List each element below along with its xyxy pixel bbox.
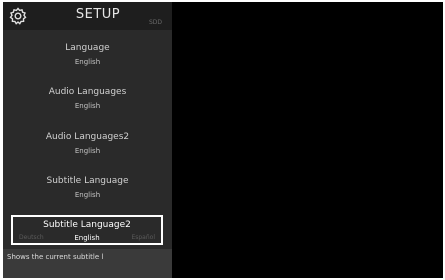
page-title: SETUP: [75, 7, 121, 22]
menu-item-label: Subtitle Language2: [43, 220, 131, 230]
prev-option-hint: Deutsch: [19, 234, 44, 241]
help-text: Shows the current subtitle l: [7, 253, 104, 261]
menu-item-language[interactable]: Language English: [3, 42, 172, 67]
menu-item-audio-languages2[interactable]: Audio Languages2 English: [3, 131, 172, 156]
tv-screen: SETUP SDD Language English Audio Languag…: [3, 2, 443, 278]
menu-item-value: English: [74, 147, 101, 155]
gear-icon: [8, 6, 28, 26]
menu-item-value: English: [74, 58, 101, 66]
setup-panel: SETUP SDD Language English Audio Languag…: [3, 2, 172, 278]
menu-item-subtitle-language[interactable]: Subtitle Language English: [3, 175, 172, 200]
menu-item-label: Audio Languages: [48, 87, 127, 97]
next-option-hint: Español: [131, 234, 155, 241]
menu-item-audio-languages[interactable]: Audio Languages English: [3, 86, 172, 111]
header-badge: SDD: [149, 19, 163, 26]
menu-item-value: English: [74, 191, 101, 199]
menu-item-label: Subtitle Language: [46, 176, 129, 186]
menu-item-value: English: [74, 102, 101, 110]
setup-header: SETUP SDD: [3, 2, 172, 30]
help-footer: Shows the current subtitle l: [3, 249, 172, 278]
menu-item-subtitle-language2[interactable]: Subtitle Language2 English Deutsch Españ…: [11, 215, 163, 245]
menu-item-label: Language: [65, 43, 110, 53]
menu-item-label: Audio Languages2: [45, 132, 130, 142]
